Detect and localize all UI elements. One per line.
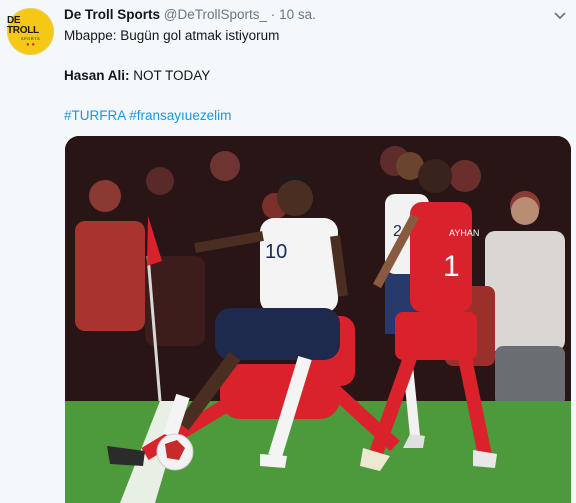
- tweet[interactable]: DE TROLL SPORTS ● ● De Troll Sports @DeT…: [0, 0, 576, 503]
- timestamp[interactable]: 10 sa.: [279, 7, 316, 22]
- tweet-text-line2: Hasan Ali: NOT TODAY: [64, 67, 210, 85]
- tweet-photo[interactable]: 2 AYHAN 1 10: [65, 136, 571, 503]
- avatar-logo-text: DE TROLL: [7, 14, 39, 36]
- hashtag-turfra[interactable]: #TURFRA: [64, 108, 126, 123]
- avatar[interactable]: DE TROLL SPORTS ● ●: [7, 8, 54, 55]
- jersey-number-turkey: 1: [443, 250, 460, 283]
- hashtags: #TURFRA #fransayıuezelim: [64, 107, 231, 125]
- user-handle[interactable]: @DeTrollSports_: [164, 7, 267, 22]
- display-name[interactable]: De Troll Sports: [64, 7, 160, 22]
- football: [156, 433, 194, 471]
- chevron-down-icon[interactable]: [553, 8, 567, 22]
- jersey-number-main: 10: [265, 241, 287, 263]
- avatar-dots: ● ●: [26, 41, 35, 48]
- tweet-header: De Troll Sports @DeTrollSports_ · 10 sa.: [64, 7, 316, 22]
- speaker-quote: NOT TODAY: [129, 68, 211, 83]
- speaker-label: Hasan Ali:: [64, 68, 130, 83]
- jersey-name-turkey: AYHAN: [449, 228, 479, 238]
- hashtag-fransa[interactable]: #fransayıuezelim: [129, 108, 231, 123]
- football-photo-illustration: 2 AYHAN 1 10: [65, 136, 571, 503]
- separator: ·: [270, 7, 276, 22]
- tweet-text-line1: Mbappe: Bugün gol atmak istiyorum: [64, 28, 280, 43]
